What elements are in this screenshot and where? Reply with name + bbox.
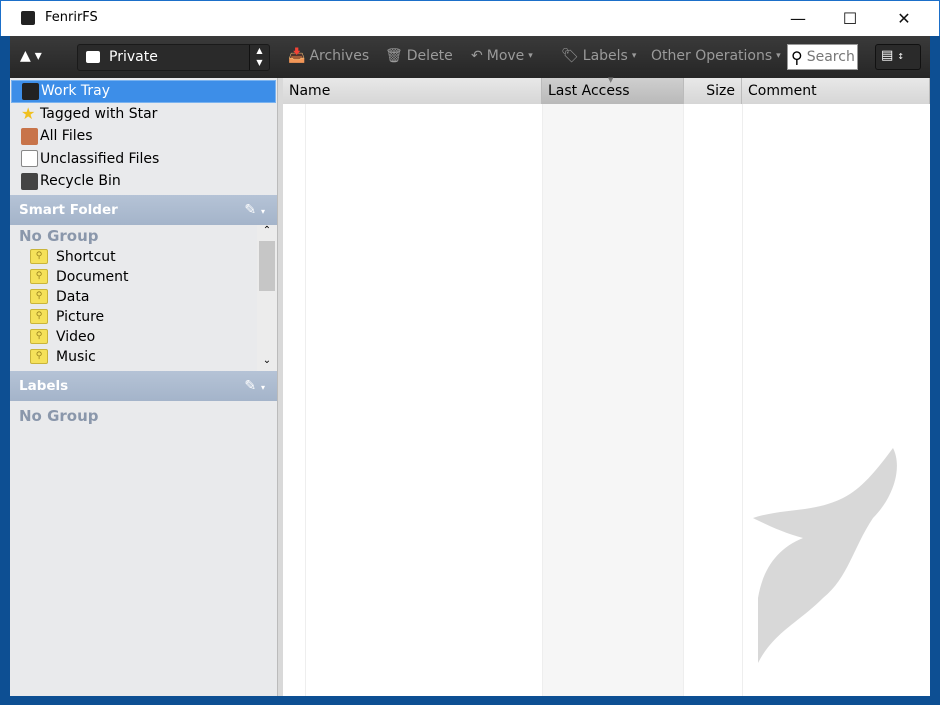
- smart-folder-icon: ⚲: [30, 309, 48, 324]
- trash-icon: 🗑: [385, 48, 403, 64]
- other-operations-button[interactable]: Other Operations ▾: [651, 48, 781, 64]
- sidebar-item-all-files[interactable]: All Files: [11, 125, 276, 148]
- archive-icon: 📥: [288, 48, 306, 64]
- delete-label: Delete: [406, 48, 453, 64]
- search-icon: ⚲: [791, 47, 803, 67]
- close-button[interactable]: ✕: [881, 1, 927, 35]
- column-header-comment[interactable]: Comment: [742, 78, 930, 104]
- window-title: FenrirFS: [45, 10, 98, 25]
- edit-icon[interactable]: ✎ ▾: [244, 378, 265, 394]
- fox-icon: ▲: [20, 48, 31, 64]
- tag-icon: 🏷: [561, 48, 579, 64]
- app-menu-button[interactable]: ▲ ▾: [20, 48, 42, 64]
- smart-folder-list: No Group ⚲ Shortcut ⚲ Document ⚲ Data ⚲ Pict…: [10, 224, 277, 371]
- scroll-thumb[interactable]: [259, 240, 275, 291]
- sidebar-item-unclassified-files[interactable]: Unclassified Files: [11, 148, 276, 171]
- smart-folder-item[interactable]: ⚲ Document: [10, 267, 277, 287]
- labels-label: Labels: [582, 48, 628, 64]
- smart-folder-item[interactable]: ⚲ Music: [10, 347, 277, 367]
- item-label: Video: [56, 328, 96, 345]
- smart-folder-item[interactable]: ⚲ Shortcut: [10, 247, 277, 267]
- item-label: Tagged with Star: [40, 105, 158, 122]
- smart-folder-icon: ⚲: [30, 349, 48, 364]
- file-list: Name Last Access Size Comment ▼: [283, 76, 930, 696]
- smart-folder-icon: ⚲: [30, 329, 48, 344]
- drive-icon: [86, 51, 100, 63]
- other-label: Other Operations: [651, 48, 773, 64]
- archives-label: Archives: [309, 48, 370, 64]
- column-header-name[interactable]: Name: [283, 78, 542, 104]
- star-icon: ★: [21, 104, 36, 124]
- item-label: Music: [56, 348, 96, 365]
- archives-button[interactable]: 📥 Archives: [288, 48, 369, 64]
- fox-watermark-icon: [753, 448, 897, 663]
- smart-folder-icon: ⚲: [30, 269, 48, 284]
- file-icon: [21, 150, 38, 168]
- column-header-size[interactable]: Size: [684, 78, 742, 104]
- trash-icon: [21, 172, 38, 190]
- scrollbar[interactable]: ⌃ ⌄: [257, 224, 277, 371]
- item-label: Unclassified Files: [40, 150, 160, 167]
- smart-folder-item[interactable]: ⚲ Picture: [10, 307, 277, 327]
- edit-icon[interactable]: ✎ ▾: [244, 202, 265, 218]
- app-window: ▲ ▾ Private ▲ ▼ 📥 Archives 🗑 Delete ↶ Move ▾ 🏷…: [10, 36, 930, 696]
- profile-select[interactable]: Private ▲ ▼: [77, 44, 270, 71]
- search-input[interactable]: ⚲ Search: [787, 44, 858, 70]
- item-label: Document: [56, 268, 129, 285]
- sidebar-item-tagged-with-star[interactable]: ★ Tagged with Star: [11, 103, 276, 126]
- view-mode-button[interactable]: ▤ ↕: [875, 44, 921, 70]
- box-icon: [21, 127, 38, 145]
- move-button[interactable]: ↶ Move ▾: [471, 48, 533, 64]
- column-divider: [305, 104, 306, 696]
- section-title: Smart Folder: [19, 201, 118, 218]
- sort-indicator-icon: ▼: [608, 76, 614, 84]
- item-label: Picture: [56, 308, 105, 325]
- smart-folder-item[interactable]: ⚲ Video: [10, 327, 277, 347]
- group-label: No Group: [19, 226, 99, 245]
- smart-folder-header: Smart Folder ✎ ▾: [10, 194, 277, 225]
- search-placeholder: Search: [806, 49, 855, 65]
- item-label: Recycle Bin: [40, 173, 121, 190]
- smart-folder-icon: ⚲: [30, 289, 48, 304]
- title-bar: FenrirFS — ☐ ✕: [0, 0, 940, 36]
- delete-button[interactable]: 🗑 Delete: [385, 48, 453, 64]
- item-label: Shortcut: [56, 248, 116, 265]
- section-title: Labels: [19, 377, 69, 394]
- profile-name: Private: [109, 49, 158, 65]
- sidebar-item-recycle-bin[interactable]: Recycle Bin: [11, 170, 276, 193]
- toolbar: ▲ ▾ Private ▲ ▼ 📥 Archives 🗑 Delete ↶ Move ▾ 🏷…: [10, 36, 930, 78]
- tray-icon: [22, 82, 39, 100]
- sidebar: Work Tray ★ Tagged with Star All Files Un…: [10, 78, 278, 696]
- item-label: Work Tray: [41, 83, 111, 100]
- scroll-down-icon[interactable]: ⌄: [257, 355, 277, 371]
- sidebar-item-work-tray[interactable]: Work Tray: [11, 80, 276, 103]
- scroll-up-icon[interactable]: ⌃: [257, 225, 277, 241]
- smart-folder-icon: ⚲: [30, 249, 48, 264]
- labels-button[interactable]: 🏷 Labels ▾: [561, 48, 636, 64]
- move-label: Move: [486, 48, 525, 64]
- sorted-column-bg: [542, 104, 684, 696]
- group-label: No Group: [19, 406, 99, 425]
- move-icon: ↶: [471, 48, 483, 64]
- spinner-icon[interactable]: ▲ ▼: [249, 45, 269, 70]
- app-icon: [21, 11, 35, 25]
- smart-folder-item[interactable]: ⚲ Data: [10, 287, 277, 307]
- item-label: All Files: [40, 128, 93, 145]
- minimize-button[interactable]: —: [775, 1, 821, 35]
- labels-header: Labels ✎ ▾: [10, 370, 277, 401]
- item-label: Data: [56, 288, 90, 305]
- maximize-button[interactable]: ☐: [827, 1, 873, 35]
